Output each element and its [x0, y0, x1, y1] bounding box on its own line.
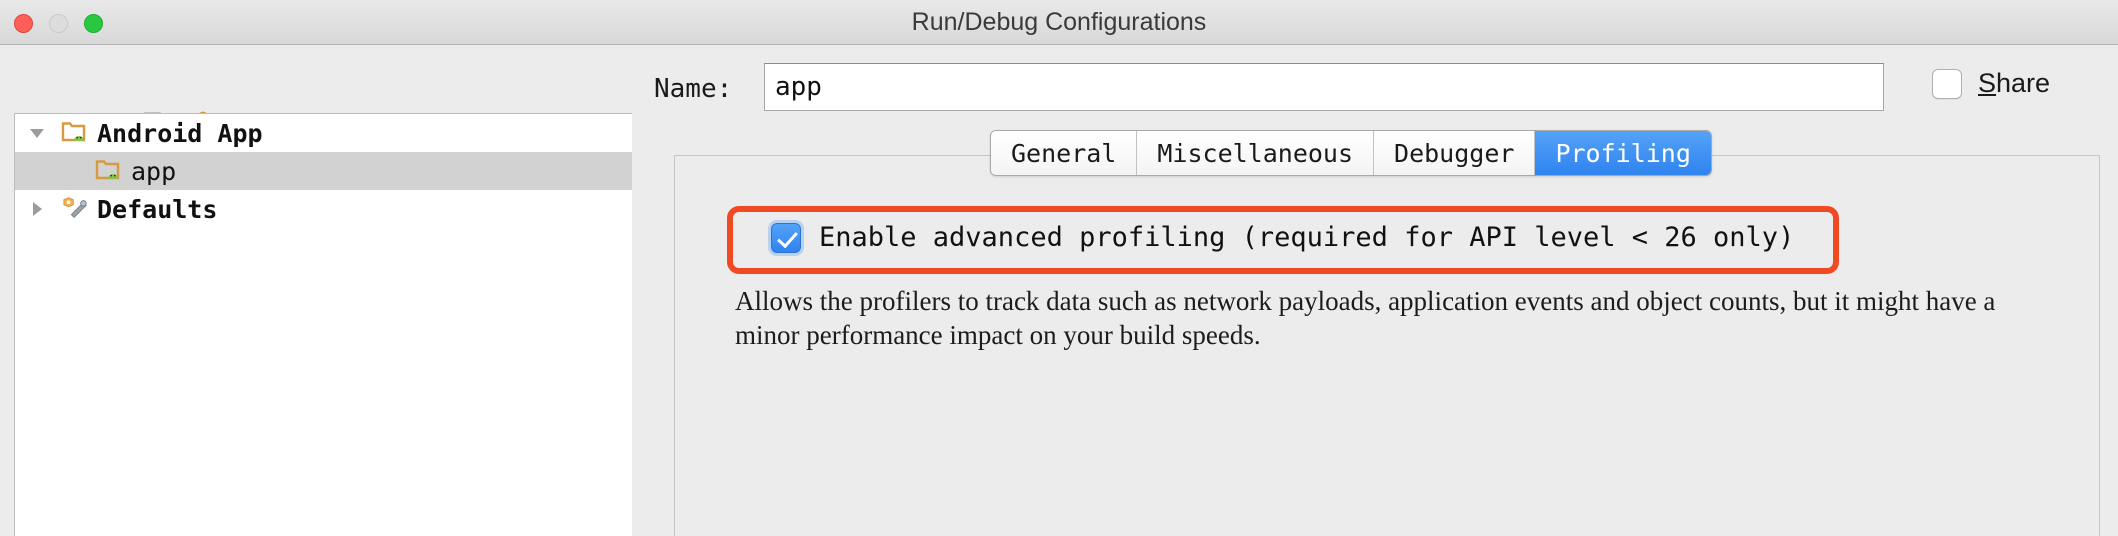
tree-item-label: Android App — [97, 118, 263, 148]
title-bar: Run/Debug Configurations — [0, 0, 2118, 45]
name-label: Name: — [654, 74, 733, 104]
tree-item-android-app[interactable]: Android App — [15, 114, 633, 152]
tree-item-defaults[interactable]: Defaults — [15, 190, 633, 228]
expand-triangle-down-icon[interactable] — [15, 122, 59, 144]
share-checkbox[interactable]: Share — [1932, 68, 2050, 99]
configuration-editor-pane: Name: app Share General Miscellaneous De… — [632, 45, 2118, 536]
android-folder-icon — [59, 120, 93, 146]
share-mnemonic: S — [1978, 68, 1997, 98]
tab-miscellaneous[interactable]: Miscellaneous — [1137, 131, 1375, 175]
share-label-rest: hare — [1996, 68, 2051, 98]
name-row: Name: app Share — [632, 60, 2118, 120]
share-checkbox-box[interactable] — [1932, 68, 1962, 99]
profiling-description-text: Allows the profilers to track data such … — [735, 286, 1996, 350]
enable-advanced-profiling-checkbox[interactable] — [771, 222, 801, 253]
android-folder-icon — [93, 158, 127, 184]
run-debug-configurations-window: Run/Debug Configurations Android App app… — [0, 0, 2118, 536]
name-input[interactable]: app — [764, 63, 1884, 111]
share-label: Share — [1978, 68, 2050, 99]
configuration-tabs[interactable]: General Miscellaneous Debugger Profiling — [990, 130, 1712, 176]
configurations-tree[interactable]: Android App app Defaults — [14, 113, 634, 536]
tab-general[interactable]: General — [991, 131, 1138, 175]
expand-triangle-right-icon[interactable] — [15, 198, 59, 220]
profiling-tab-panel: Enable advanced profiling (required for … — [674, 155, 2100, 536]
enable-advanced-profiling-label: Enable advanced profiling (required for … — [819, 222, 1795, 253]
configurations-toolbar: a z — [0, 45, 632, 141]
tree-item-label: app — [131, 156, 177, 186]
tab-profiling[interactable]: Profiling — [1535, 131, 1711, 175]
window-title: Run/Debug Configurations — [911, 8, 1207, 36]
tree-item-app[interactable]: app — [15, 152, 633, 190]
nut-wrench-icon — [59, 196, 93, 222]
tree-item-label: Defaults — [97, 194, 218, 224]
enable-advanced-profiling-row[interactable]: Enable advanced profiling (required for … — [771, 222, 1794, 253]
tab-debugger[interactable]: Debugger — [1374, 131, 1536, 175]
